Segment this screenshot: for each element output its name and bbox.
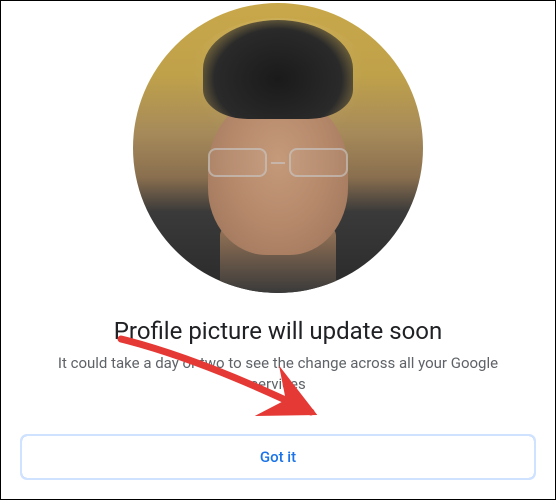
got-it-button[interactable]: Got it (21, 435, 535, 479)
dialog-subtext: It could take a day or two to see the ch… (48, 353, 508, 395)
profile-avatar (133, 3, 423, 293)
dialog-heading: Profile picture will update soon (114, 317, 442, 345)
